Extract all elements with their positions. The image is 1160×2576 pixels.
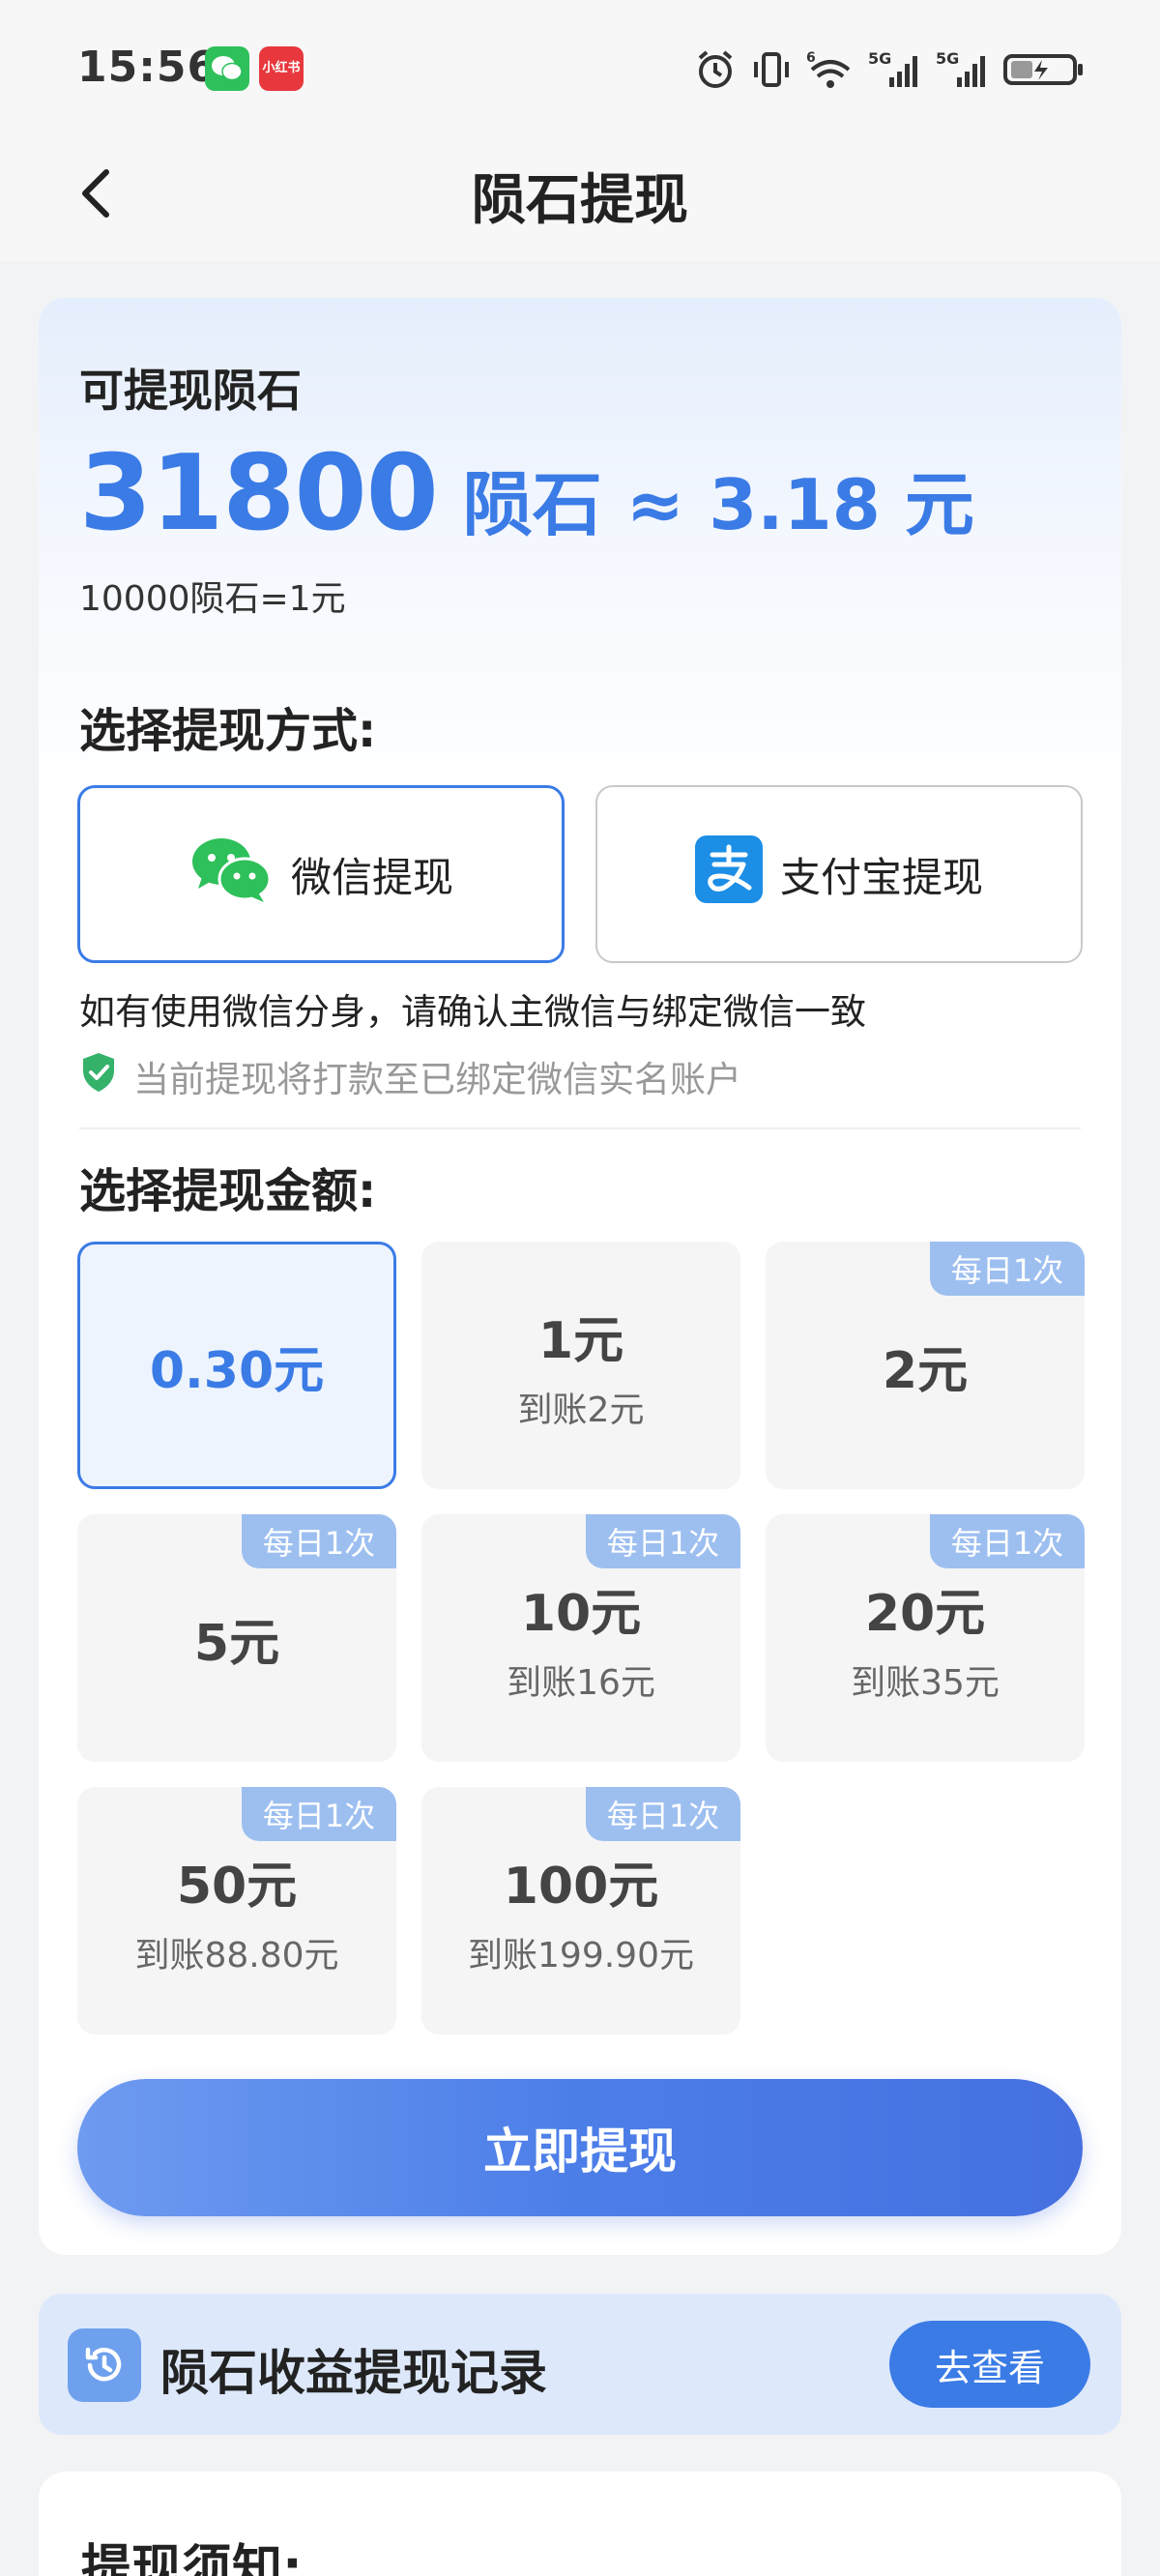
wifi-6-label: 6 xyxy=(806,50,816,66)
amount-value: 20元 xyxy=(864,1584,986,1643)
withdraw-record-bar[interactable]: 陨石收益提现记录 去查看 xyxy=(39,2294,1121,2435)
amount-value: 50元 xyxy=(176,1857,298,1916)
withdraw-card: 可提现陨石 31800 陨石 ≈ 3.18 元 10000陨石=1元 选择提现方… xyxy=(39,298,1121,2255)
signal-5g-icon: 5G xyxy=(868,48,922,91)
nav-header: 陨石提现 xyxy=(0,135,1160,261)
daily-limit-tag: 每日1次 xyxy=(242,1787,396,1841)
history-clock-icon xyxy=(68,2328,141,2402)
amount-option-10[interactable]: 每日1次 10元 到账16元 xyxy=(421,1514,740,1762)
signal-5g-label-2: 5G xyxy=(936,49,959,68)
amount-option-100[interactable]: 每日1次 100元 到账199.90元 xyxy=(421,1787,740,2034)
amount-value: 0.30元 xyxy=(149,1341,325,1400)
wechat-icon xyxy=(188,834,274,914)
amount-option-1[interactable]: 1元 到账2元 xyxy=(421,1242,740,1489)
status-indicators: 6 5G 5G xyxy=(694,46,1085,93)
signal-5g-label-1: 5G xyxy=(868,49,891,68)
secure-notice-text: 当前提现将打款至已绑定微信实名账户 xyxy=(133,1059,741,1100)
alipay-withdraw-option[interactable]: 支付宝提现 xyxy=(595,785,1083,963)
amount-value: 2元 xyxy=(882,1341,969,1400)
amount-value: 5元 xyxy=(193,1614,280,1673)
amount-value: 1元 xyxy=(537,1311,624,1370)
exchange-rate: 10000陨石=1元 xyxy=(79,579,346,619)
amount-value: 100元 xyxy=(503,1857,659,1916)
amount-option-0.30[interactable]: 0.30元 xyxy=(77,1242,396,1489)
method-section-title: 选择提现方式: xyxy=(79,704,377,758)
view-records-button[interactable]: 去查看 xyxy=(889,2321,1090,2408)
amount-value: 10元 xyxy=(520,1584,642,1643)
amount-received: 到账2元 xyxy=(517,1390,645,1430)
wechat-withdraw-option[interactable]: 微信提现 xyxy=(77,785,565,963)
wechat-clone-notice: 如有使用微信分身，请确认主微信与绑定微信一致 xyxy=(79,991,866,1033)
withdraw-notice-card: 提现须知: xyxy=(39,2472,1121,2576)
balance-amount: 31800 xyxy=(79,433,439,554)
alipay-icon xyxy=(694,835,763,913)
withdraw-record-title: 陨石收益提现记录 xyxy=(160,2345,547,2401)
amount-option-5[interactable]: 每日1次 5元 xyxy=(77,1514,396,1762)
amount-option-50[interactable]: 每日1次 50元 到账88.80元 xyxy=(77,1787,396,2034)
alarm-icon xyxy=(694,48,737,91)
wechat-app-icon xyxy=(205,46,249,91)
secure-notice: 当前提现将打款至已绑定微信实名账户 xyxy=(79,1050,741,1102)
shield-check-icon xyxy=(79,1051,118,1102)
daily-limit-tag: 每日1次 xyxy=(586,1514,740,1568)
daily-limit-tag: 每日1次 xyxy=(242,1514,396,1568)
wechat-withdraw-label: 微信提现 xyxy=(290,853,453,901)
daily-limit-tag: 每日1次 xyxy=(586,1787,740,1841)
page-title: 陨石提现 xyxy=(472,169,688,232)
withdraw-now-button[interactable]: 立即提现 xyxy=(77,2079,1083,2216)
daily-limit-tag: 每日1次 xyxy=(930,1242,1085,1296)
amount-received: 到账199.90元 xyxy=(468,1935,694,1976)
balance-label: 可提现陨石 xyxy=(79,365,302,417)
amount-received: 到账88.80元 xyxy=(134,1935,339,1976)
status-bar: 15:56 小红书 6 5G 5G xyxy=(0,0,1160,135)
wifi-icon: 6 xyxy=(806,48,855,91)
divider xyxy=(79,1127,1081,1129)
withdraw-notice-title: 提现须知: xyxy=(81,2540,303,2576)
battery-icon xyxy=(1003,48,1085,91)
daily-limit-tag: 每日1次 xyxy=(930,1514,1085,1568)
amount-option-20[interactable]: 每日1次 20元 到账35元 xyxy=(766,1514,1085,1762)
vibrate-icon xyxy=(750,48,793,91)
balance-conversion: 陨石 ≈ 3.18 元 xyxy=(462,464,974,545)
status-time: 15:56 xyxy=(77,43,218,92)
balance-row: 31800 陨石 ≈ 3.18 元 xyxy=(79,433,974,554)
amount-received: 到账35元 xyxy=(851,1662,1000,1703)
alipay-withdraw-label: 支付宝提现 xyxy=(779,853,983,901)
xiaohongshu-app-icon: 小红书 xyxy=(259,46,304,91)
amount-section-title: 选择提现金额: xyxy=(79,1164,377,1218)
signal-5g-icon-2: 5G xyxy=(936,48,990,91)
amount-option-2[interactable]: 每日1次 2元 xyxy=(766,1242,1085,1489)
amount-received: 到账16元 xyxy=(507,1662,655,1703)
